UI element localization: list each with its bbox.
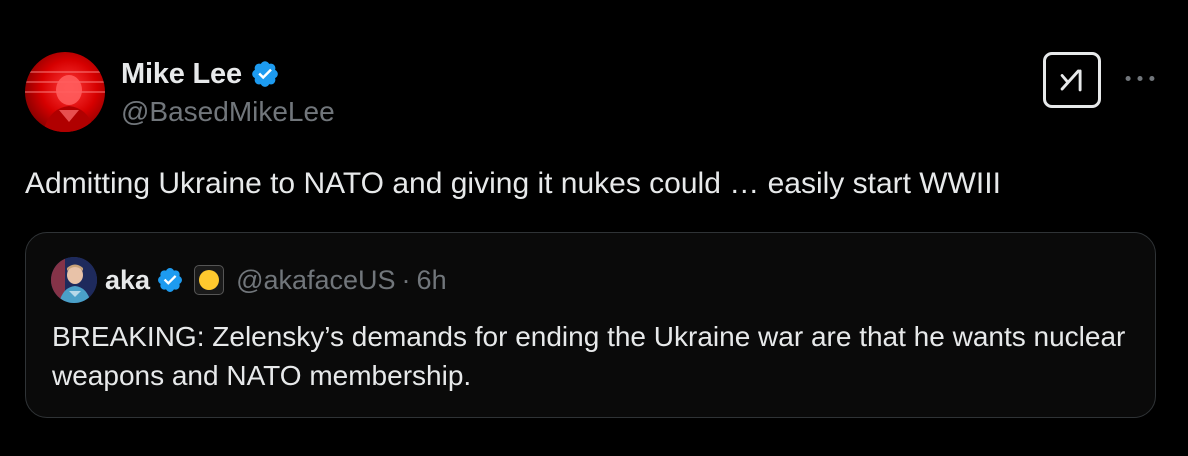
avatar-photo-icon [25, 71, 105, 132]
quoted-separator: · [401, 264, 411, 295]
quoted-tweet-text: BREAKING: Zelensky’s demands for ending … [52, 321, 1126, 391]
author-avatar[interactable] [25, 52, 105, 132]
quoted-tweet[interactable]: aka @akafaceUS · 6h BREAKING: Zelensky’s… [25, 232, 1156, 418]
more-icon[interactable] [1120, 64, 1160, 92]
grok-icon[interactable] [1043, 52, 1101, 108]
quoted-author-avatar[interactable] [51, 257, 97, 303]
quoted-verified-badge-icon[interactable] [156, 266, 184, 294]
tweet-text: Admitting Ukraine to NATO and giving it … [25, 167, 1001, 200]
author-handle[interactable]: @BasedMikeLee [121, 96, 335, 128]
quoted-avatar-photo-icon [51, 257, 97, 303]
verified-badge-icon[interactable] [250, 59, 280, 89]
quoted-author-handle[interactable]: @akafaceUS [236, 265, 395, 296]
quoted-author-display-name[interactable]: aka [105, 265, 150, 296]
author-name-row: Mike Lee [121, 56, 335, 92]
author-display-name[interactable]: Mike Lee [121, 58, 242, 91]
quoted-tweet-header: aka @akafaceUS · 6h [51, 257, 447, 303]
author-block: Mike Lee @BasedMikeLee [121, 56, 335, 128]
yellow-circle-badge-icon[interactable] [194, 265, 225, 295]
quoted-timestamp[interactable]: 6h [417, 265, 447, 296]
tweet-card[interactable]: Mike Lee @BasedMikeLee Admitting Ukraine… [0, 0, 1188, 456]
